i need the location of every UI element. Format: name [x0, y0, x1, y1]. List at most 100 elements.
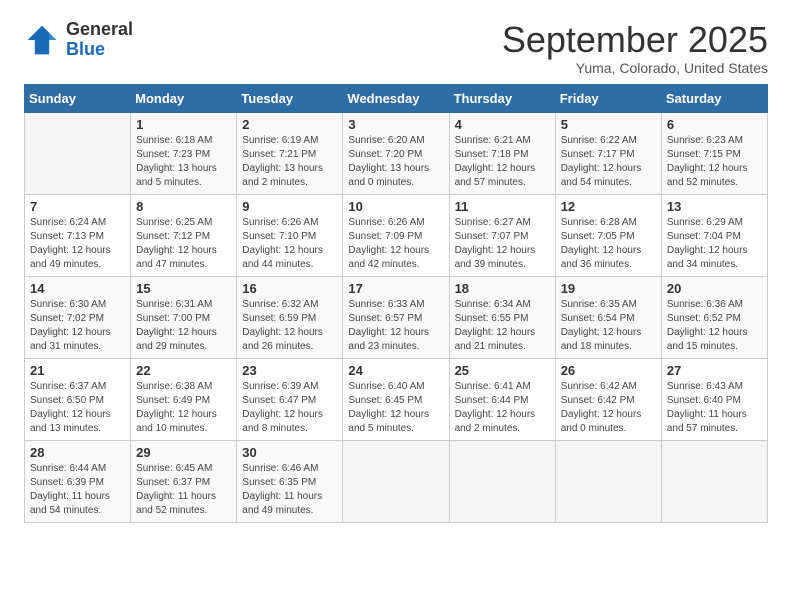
calendar-cell: 29 Sunrise: 6:45 AMSunset: 6:37 PMDayligh…	[131, 440, 237, 522]
month-title: September 2025	[502, 20, 768, 60]
logo-general: General	[66, 19, 133, 39]
calendar-cell: 22Sunrise: 6:38 AMSunset: 6:49 PMDayligh…	[131, 358, 237, 440]
day-info: Sunrise: 6:31 AMSunset: 7:00 PMDaylight:…	[136, 298, 231, 354]
calendar-cell: 17Sunrise: 6:33 AMSunset: 6:57 PMDayligh…	[343, 276, 449, 358]
calendar-cell: 2 Sunrise: 6:19 AMSunset: 7:21 PMDaylight…	[237, 112, 343, 194]
calendar-cell: 26 Sunrise: 6:42 AMSunset: 6:42 PMDayligh…	[555, 358, 661, 440]
logo-icon	[24, 22, 60, 58]
calendar-cell	[449, 440, 555, 522]
day-info: Sunrise: 6:33 AMSunset: 6:57 PMDaylight:…	[348, 298, 443, 354]
calendar-week-5: 28 Sunrise: 6:44 AMSunset: 6:39 PMDayligh…	[25, 440, 768, 522]
day-number: 10	[348, 199, 443, 214]
day-info: Sunrise: 6:27 AMSunset: 7:07 PMDaylight:…	[455, 216, 550, 272]
day-number: 12	[561, 199, 656, 214]
day-info: Sunrise: 6:37 AMSunset: 6:50 PMDaylight:…	[30, 380, 125, 436]
calendar-cell: 16Sunrise: 6:32 AMSunset: 6:59 PMDayligh…	[237, 276, 343, 358]
calendar-cell: 3 Sunrise: 6:20 AMSunset: 7:20 PMDaylight…	[343, 112, 449, 194]
page-header: General Blue September 2025 Yuma, Colora…	[24, 20, 768, 76]
calendar-cell: 19Sunrise: 6:35 AMSunset: 6:54 PMDayligh…	[555, 276, 661, 358]
calendar-cell: 8 Sunrise: 6:25 AMSunset: 7:12 PMDaylight…	[131, 194, 237, 276]
day-number: 18	[455, 281, 550, 296]
day-number: 2	[242, 117, 337, 132]
day-info: Sunrise: 6:42 AMSunset: 6:42 PMDaylight:…	[561, 380, 656, 436]
day-info: Sunrise: 6:35 AMSunset: 6:54 PMDaylight:…	[561, 298, 656, 354]
day-info: Sunrise: 6:44 AMSunset: 6:39 PMDaylight:…	[30, 462, 125, 518]
calendar-cell	[555, 440, 661, 522]
day-info: Sunrise: 6:18 AMSunset: 7:23 PMDaylight:…	[136, 134, 231, 190]
calendar-week-2: 7Sunrise: 6:24 AMSunset: 7:13 PMDaylight…	[25, 194, 768, 276]
calendar-table: SundayMondayTuesdayWednesdayThursdayFrid…	[24, 84, 768, 523]
calendar-header-row: SundayMondayTuesdayWednesdayThursdayFrid…	[25, 84, 768, 112]
day-number: 9	[242, 199, 337, 214]
day-info: Sunrise: 6:21 AMSunset: 7:18 PMDaylight:…	[455, 134, 550, 190]
day-info: Sunrise: 6:43 AMSunset: 6:40 PMDaylight:…	[667, 380, 762, 436]
calendar-cell: 14 Sunrise: 6:30 AMSunset: 7:02 PMDayligh…	[25, 276, 131, 358]
calendar-cell: 15Sunrise: 6:31 AMSunset: 7:00 PMDayligh…	[131, 276, 237, 358]
day-number: 5	[561, 117, 656, 132]
day-number: 4	[455, 117, 550, 132]
calendar-week-3: 14 Sunrise: 6:30 AMSunset: 7:02 PMDayligh…	[25, 276, 768, 358]
calendar-cell: 9 Sunrise: 6:26 AMSunset: 7:10 PMDaylight…	[237, 194, 343, 276]
calendar-cell: 25 Sunrise: 6:41 AMSunset: 6:44 PMDayligh…	[449, 358, 555, 440]
day-number: 3	[348, 117, 443, 132]
calendar-cell: 10 Sunrise: 6:26 AMSunset: 7:09 PMDayligh…	[343, 194, 449, 276]
day-info: Sunrise: 6:25 AMSunset: 7:12 PMDaylight:…	[136, 216, 231, 272]
day-info: Sunrise: 6:32 AMSunset: 6:59 PMDaylight:…	[242, 298, 337, 354]
calendar-cell: 6 Sunrise: 6:23 AMSunset: 7:15 PMDaylight…	[661, 112, 767, 194]
day-info: Sunrise: 6:30 AMSunset: 7:02 PMDaylight:…	[30, 298, 125, 354]
calendar-cell: 7Sunrise: 6:24 AMSunset: 7:13 PMDaylight…	[25, 194, 131, 276]
day-info: Sunrise: 6:38 AMSunset: 6:49 PMDaylight:…	[136, 380, 231, 436]
day-number: 28	[30, 445, 125, 460]
day-info: Sunrise: 6:45 AMSunset: 6:37 PMDaylight:…	[136, 462, 231, 518]
calendar-cell: 5 Sunrise: 6:22 AMSunset: 7:17 PMDaylight…	[555, 112, 661, 194]
calendar-cell: 18Sunrise: 6:34 AMSunset: 6:55 PMDayligh…	[449, 276, 555, 358]
day-info: Sunrise: 6:20 AMSunset: 7:20 PMDaylight:…	[348, 134, 443, 190]
day-info: Sunrise: 6:23 AMSunset: 7:15 PMDaylight:…	[667, 134, 762, 190]
calendar-cell: 30 Sunrise: 6:46 AMSunset: 6:35 PMDayligh…	[237, 440, 343, 522]
day-info: Sunrise: 6:41 AMSunset: 6:44 PMDaylight:…	[455, 380, 550, 436]
calendar-cell	[343, 440, 449, 522]
calendar-header-sunday: Sunday	[25, 84, 131, 112]
calendar-cell: 12 Sunrise: 6:28 AMSunset: 7:05 PMDayligh…	[555, 194, 661, 276]
calendar-cell: 11 Sunrise: 6:27 AMSunset: 7:07 PMDayligh…	[449, 194, 555, 276]
day-number: 29	[136, 445, 231, 460]
day-info: Sunrise: 6:19 AMSunset: 7:21 PMDaylight:…	[242, 134, 337, 190]
day-number: 11	[455, 199, 550, 214]
calendar-header-friday: Friday	[555, 84, 661, 112]
day-number: 26	[561, 363, 656, 378]
day-info: Sunrise: 6:39 AMSunset: 6:47 PMDaylight:…	[242, 380, 337, 436]
day-number: 13	[667, 199, 762, 214]
logo-blue: Blue	[66, 39, 105, 59]
calendar-cell	[661, 440, 767, 522]
day-info: Sunrise: 6:26 AMSunset: 7:10 PMDaylight:…	[242, 216, 337, 272]
logo: General Blue	[24, 20, 133, 60]
location: Yuma, Colorado, United States	[502, 60, 768, 76]
day-info: Sunrise: 6:36 AMSunset: 6:52 PMDaylight:…	[667, 298, 762, 354]
calendar-header-monday: Monday	[131, 84, 237, 112]
day-number: 24	[348, 363, 443, 378]
calendar-week-4: 21 Sunrise: 6:37 AMSunset: 6:50 PMDayligh…	[25, 358, 768, 440]
calendar-header-tuesday: Tuesday	[237, 84, 343, 112]
calendar-cell: 4 Sunrise: 6:21 AMSunset: 7:18 PMDaylight…	[449, 112, 555, 194]
day-info: Sunrise: 6:24 AMSunset: 7:13 PMDaylight:…	[30, 216, 125, 272]
day-number: 6	[667, 117, 762, 132]
day-number: 23	[242, 363, 337, 378]
day-number: 27	[667, 363, 762, 378]
day-info: Sunrise: 6:40 AMSunset: 6:45 PMDaylight:…	[348, 380, 443, 436]
calendar-week-1: 1Sunrise: 6:18 AMSunset: 7:23 PMDaylight…	[25, 112, 768, 194]
title-block: September 2025 Yuma, Colorado, United St…	[502, 20, 768, 76]
day-info: Sunrise: 6:22 AMSunset: 7:17 PMDaylight:…	[561, 134, 656, 190]
day-number: 21	[30, 363, 125, 378]
day-number: 14	[30, 281, 125, 296]
day-number: 20	[667, 281, 762, 296]
day-number: 30	[242, 445, 337, 460]
day-info: Sunrise: 6:28 AMSunset: 7:05 PMDaylight:…	[561, 216, 656, 272]
day-info: Sunrise: 6:26 AMSunset: 7:09 PMDaylight:…	[348, 216, 443, 272]
calendar-cell: 20 Sunrise: 6:36 AMSunset: 6:52 PMDayligh…	[661, 276, 767, 358]
day-info: Sunrise: 6:46 AMSunset: 6:35 PMDaylight:…	[242, 462, 337, 518]
day-number: 25	[455, 363, 550, 378]
calendar-cell: 1Sunrise: 6:18 AMSunset: 7:23 PMDaylight…	[131, 112, 237, 194]
day-number: 8	[136, 199, 231, 214]
calendar-cell: 24 Sunrise: 6:40 AMSunset: 6:45 PMDayligh…	[343, 358, 449, 440]
calendar-cell: 27 Sunrise: 6:43 AMSunset: 6:40 PMDayligh…	[661, 358, 767, 440]
